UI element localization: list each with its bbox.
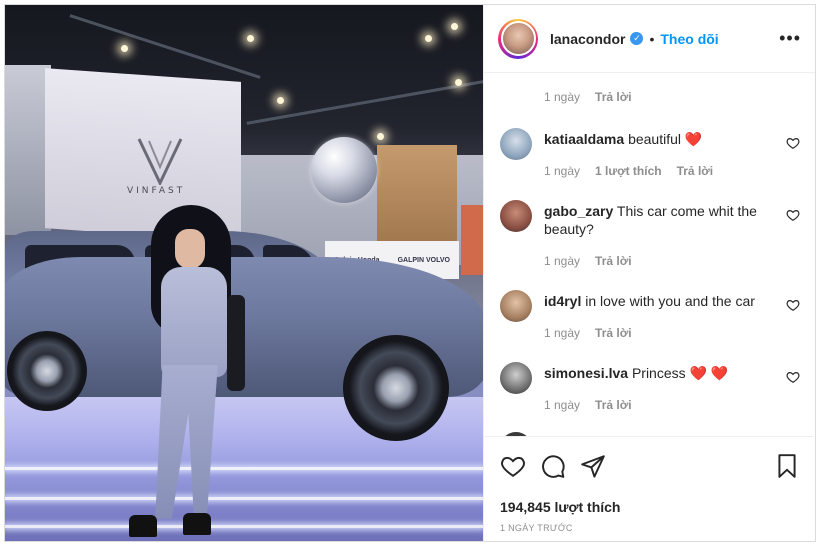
floor-light-stripe (5, 497, 483, 500)
post-header: lanacondor ✓ • Theo dõi ••• (484, 5, 815, 73)
person-face (175, 229, 205, 269)
heart-icon[interactable] (786, 208, 800, 222)
stage-light (277, 97, 284, 104)
person-body (161, 267, 227, 377)
reply-button[interactable]: Trả lời (595, 254, 632, 268)
stage-light (247, 35, 254, 42)
stage-light (121, 45, 128, 52)
comment-avatar[interactable] (500, 200, 532, 232)
stage-light (377, 133, 384, 140)
comment-icon[interactable] (540, 453, 566, 479)
heart-emoji: ❤️ ❤️ (689, 365, 729, 381)
comment-time: 1 ngày (544, 90, 581, 104)
comment-body: simonesi.lva Princess ❤️ ❤️ (544, 364, 770, 382)
floor-light-stripe (5, 467, 483, 470)
floor-light-stripe (5, 525, 483, 528)
post-photo[interactable]: VINFAST Galpin Honda GALPIN VOLVO (5, 5, 483, 541)
red-panel (461, 205, 483, 275)
more-icon[interactable]: ••• (779, 28, 801, 49)
reply-button[interactable]: Trả lời (677, 164, 714, 178)
stage-light (451, 23, 458, 30)
comment-username[interactable]: gabo_zary (544, 203, 613, 219)
comment-text: Princess (631, 365, 686, 381)
instagram-post-modal: VINFAST Galpin Honda GALPIN VOLVO (4, 4, 816, 542)
author-avatar[interactable] (498, 18, 538, 59)
separator-dot: • (649, 30, 655, 47)
comment-list[interactable]: 1 ngày Trả lời katiaaldama beautiful ❤️ … (484, 74, 814, 436)
heart-icon[interactable] (786, 370, 800, 384)
comment-meta: 1 ngày 1 lượt thích Trả lời (544, 164, 713, 178)
follow-button[interactable]: Theo dõi (660, 31, 718, 47)
post-timestamp: 1 NGÀY TRƯỚC (500, 523, 573, 533)
car-wheel (343, 335, 449, 441)
car-wheel (7, 331, 87, 411)
post-actions: 194,845 lượt thích 1 NGÀY TRƯỚC (484, 436, 814, 541)
heart-emoji: ❤️ (684, 131, 703, 147)
likes-count[interactable]: 194,845 lượt thích (500, 499, 620, 515)
comment-username[interactable]: id4ryl (544, 293, 581, 309)
comment-meta: 1 ngày Trả lời (544, 326, 632, 340)
comment-username[interactable]: katiaaldama (544, 131, 624, 147)
brand-text: VINFAST (127, 186, 186, 196)
bookmark-icon[interactable] (774, 453, 800, 479)
comment-meta: 1 ngày Trả lời (544, 398, 632, 412)
comment-avatar[interactable] (500, 362, 532, 394)
comment-meta: 1 ngày Trả lời (544, 90, 632, 104)
comment-time: 1 ngày (544, 326, 581, 340)
stage-light (425, 35, 432, 42)
comment-text: in love with you and the car (585, 293, 755, 309)
comment-avatar[interactable] (500, 128, 532, 160)
heart-icon[interactable] (500, 453, 526, 479)
person-shoe (183, 513, 211, 535)
stage-light (455, 79, 462, 86)
comment-body: id4ryl in love with you and the car (544, 292, 770, 310)
reply-button[interactable]: Trả lời (595, 90, 632, 104)
sponsor-right: GALPIN VOLVO (397, 256, 450, 264)
comment-avatar[interactable] (500, 290, 532, 322)
reply-button[interactable]: Trả lời (595, 398, 632, 412)
share-icon[interactable] (580, 453, 606, 479)
person-bag (227, 295, 245, 391)
heart-icon[interactable] (786, 136, 800, 150)
author-username[interactable]: lanacondor (550, 31, 625, 47)
comment-username[interactable]: simonesi.lva (544, 365, 628, 381)
comment-time: 1 ngày (544, 164, 581, 178)
mirror-balloon (311, 137, 377, 203)
comment-meta: 1 ngày Trả lời (544, 254, 632, 268)
comment-body: katiaaldama beautiful ❤️ (544, 130, 770, 148)
post-side-panel: lanacondor ✓ • Theo dõi ••• 1 ngày Trả l… (483, 5, 815, 541)
person-shoe (129, 515, 157, 537)
comment-time: 1 ngày (544, 398, 581, 412)
comment-body: gabo_zary This car come whit the beauty? (544, 202, 770, 238)
verified-icon: ✓ (630, 32, 644, 45)
comment-time: 1 ngày (544, 254, 581, 268)
vinfast-logo (137, 138, 183, 185)
reply-button[interactable]: Trả lời (595, 326, 632, 340)
comment-text: beautiful (628, 131, 681, 147)
avatar-image (500, 21, 536, 56)
heart-icon[interactable] (786, 298, 800, 312)
comment-likes[interactable]: 1 lượt thích (595, 164, 662, 178)
